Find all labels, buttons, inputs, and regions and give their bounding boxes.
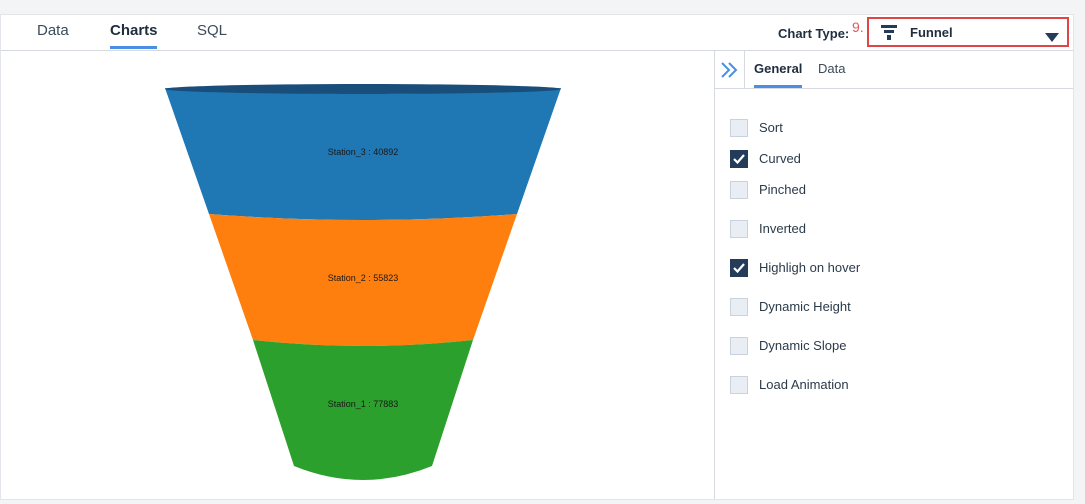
- active-settings-tab-indicator: [754, 85, 802, 88]
- checkbox[interactable]: [730, 259, 748, 277]
- collapse-panel-button[interactable]: [715, 51, 745, 88]
- tab-settings-data[interactable]: Data: [818, 61, 845, 76]
- funnel-icon: [881, 25, 897, 46]
- option-label: Pinched: [759, 182, 806, 197]
- checkbox[interactable]: [730, 337, 748, 355]
- annotation-number: 9.: [852, 19, 864, 35]
- option-label: Curved: [759, 151, 801, 166]
- funnel-label: Station_2 : 55823: [328, 273, 399, 283]
- funnel-chart: Station_3 : 40892 Station_2 : 55823 Statio…: [165, 84, 561, 480]
- checkmark-icon: [733, 263, 745, 273]
- checkbox[interactable]: [730, 298, 748, 316]
- checkbox[interactable]: [730, 150, 748, 168]
- chart-type-label: Chart Type:: [778, 26, 850, 41]
- tab-charts[interactable]: Charts: [110, 22, 158, 39]
- funnel-segment-station_1[interactable]: [253, 340, 473, 480]
- chart-area: Station_3 : 40892 Station_2 : 55823 Statio…: [1, 51, 714, 499]
- option-label: Highligh on hover: [759, 260, 861, 275]
- checkbox[interactable]: [730, 220, 748, 238]
- tab-sql[interactable]: SQL: [197, 22, 227, 39]
- checkmark-icon: [733, 154, 745, 164]
- option-label: Load Animation: [759, 377, 849, 392]
- funnel-label: Station_1 : 77883: [328, 399, 399, 409]
- app-frame: Data Charts SQL Chart Type: 9. Funnel St…: [0, 14, 1074, 500]
- double-chevron-right-icon: [721, 62, 738, 78]
- active-tab-indicator: [110, 46, 157, 49]
- option-label: Dynamic Slope: [759, 338, 847, 353]
- chevron-down-icon: [1045, 29, 1059, 47]
- checkbox[interactable]: [730, 181, 748, 199]
- chart-type-select[interactable]: Funnel: [867, 17, 1069, 47]
- checkbox[interactable]: [730, 119, 748, 137]
- tab-data[interactable]: Data: [37, 22, 69, 39]
- chart-type-value: Funnel: [910, 25, 953, 40]
- main-tab-bar: Data Charts SQL Chart Type: 9. Funnel: [1, 15, 1073, 51]
- tab-general[interactable]: General: [754, 61, 802, 76]
- option-label: Inverted: [759, 221, 806, 236]
- option-label: Sort: [759, 120, 783, 135]
- funnel-top-rim: [165, 84, 561, 94]
- chart-settings-panel: General Data Sort Curved Pinched Inverted Hi…: [715, 51, 1073, 499]
- checkbox[interactable]: [730, 376, 748, 394]
- settings-tab-bar: General Data: [715, 51, 1073, 89]
- funnel-label: Station_3 : 40892: [328, 147, 399, 157]
- option-label: Dynamic Height: [759, 299, 851, 314]
